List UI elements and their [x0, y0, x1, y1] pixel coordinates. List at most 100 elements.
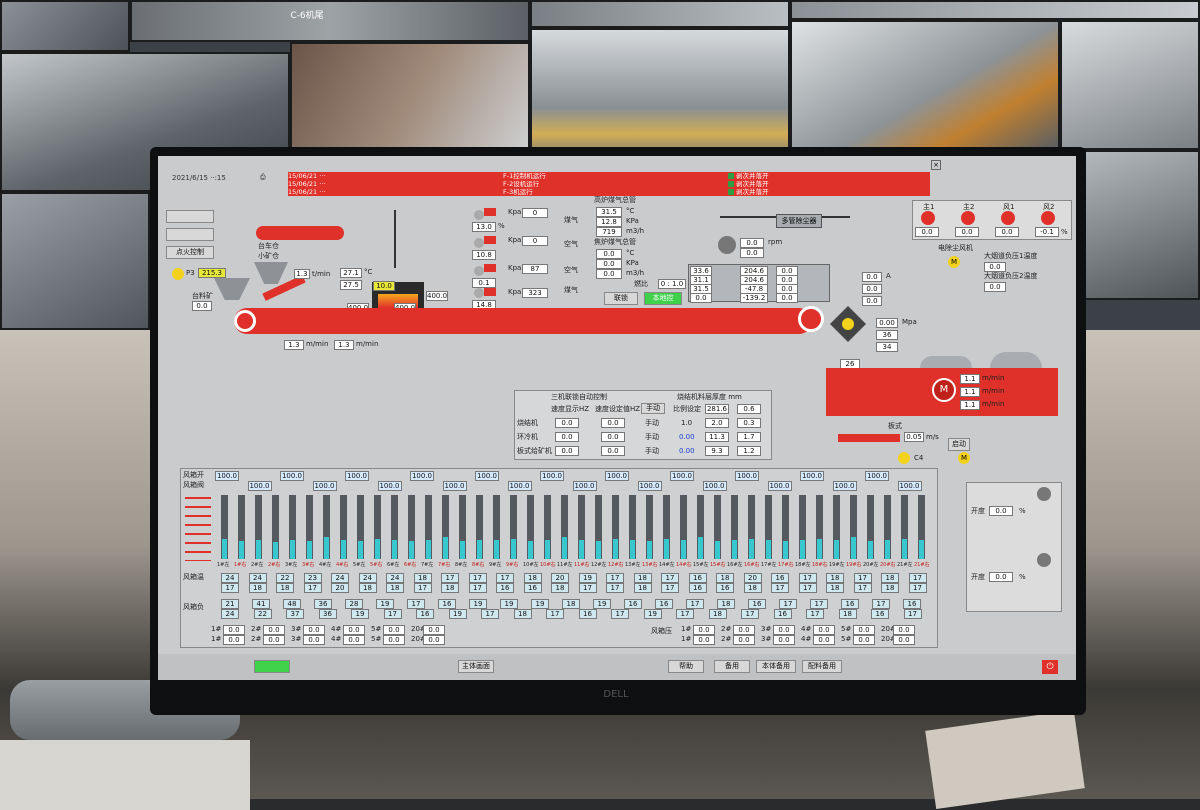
windbox-bar — [391, 495, 398, 559]
start-button[interactable]: 启动 — [948, 438, 970, 451]
right-label: 电除尘风机 — [938, 244, 973, 252]
valve-icon[interactable] — [474, 266, 484, 276]
alarm-time: 15/06/21 ··· — [288, 180, 326, 188]
camera-feed — [1060, 20, 1200, 150]
windbox-value: 17 — [413, 583, 432, 593]
fan-icon[interactable] — [1037, 553, 1051, 567]
mode-label[interactable]: 手动 — [645, 433, 659, 442]
table-value: 1.7 — [737, 432, 761, 442]
box-value: 0.0 — [813, 635, 835, 645]
fan-icon[interactable] — [961, 211, 975, 225]
windbox-value: 16 — [771, 573, 789, 583]
valve-icon[interactable] — [474, 288, 484, 298]
windbox-value: 23 — [303, 573, 322, 583]
local-control-button[interactable]: 本地控 — [644, 292, 682, 305]
right-label: 大烟道负压1温度 — [984, 252, 1038, 260]
table-row-label: 板式给矿机 — [517, 447, 552, 455]
bar-fill — [851, 537, 856, 559]
windbox-bar — [629, 495, 636, 559]
valve-value: 100.0 — [670, 471, 694, 481]
coke-gas-value: 0.0 — [596, 269, 622, 279]
row-label: 风箱阀 — [183, 481, 204, 489]
unit-label: m/s — [926, 433, 939, 441]
windbox-value: 18 — [743, 583, 762, 593]
valve-value: 100.0 — [410, 471, 434, 481]
bar-fill — [324, 537, 329, 559]
valve-icon[interactable] — [474, 210, 484, 220]
windbox-value: 16 — [578, 609, 597, 619]
bar-fill — [545, 540, 550, 559]
mode-label[interactable]: 手动 — [645, 447, 659, 456]
fan-icon[interactable] — [1037, 487, 1051, 501]
body-spare-button[interactable]: 本体备用 — [756, 660, 796, 673]
windbox-bar — [833, 495, 840, 559]
bar-fill — [647, 541, 652, 559]
alarm-row[interactable]: 15/06/21 ··· F-2设机运行 剥次并落开 — [288, 180, 930, 188]
main-gas-value: 12.8 — [596, 217, 622, 227]
close-icon[interactable]: × — [931, 160, 941, 170]
windbox-value: 18 — [386, 583, 404, 593]
alarm-time: 15/06/21 ··· — [288, 172, 326, 180]
windbox-bar — [493, 495, 500, 559]
help-button[interactable]: 帮助 — [668, 660, 704, 673]
windbox-value: 17 — [908, 573, 927, 583]
ignition-control-button[interactable]: 点火控制 — [166, 246, 214, 259]
box-index: 2# — [251, 635, 262, 643]
fan-icon[interactable] — [921, 211, 935, 225]
interlock-button[interactable]: 联锁 — [604, 292, 638, 305]
fan-icon[interactable] — [1041, 211, 1055, 225]
windbox-panel: 风箱开 风箱阀 100.0 100.0 100.0 100.0 100.0 100.0 10… — [180, 468, 938, 648]
manual-button[interactable]: 手动 — [641, 403, 665, 414]
windbox-value: 18 — [716, 573, 734, 583]
windbox-bar — [561, 495, 568, 559]
box-index: 5# — [371, 635, 382, 643]
control-button[interactable] — [166, 228, 214, 241]
p3-indicator-icon — [172, 268, 184, 280]
pressure-row: 21 41 48 36 28 19 17 16 19 19 19 18 19 16 16 17 18 16 17 17… — [221, 599, 937, 609]
windbox-value: 17 — [407, 599, 425, 609]
fan-icon[interactable] — [718, 236, 736, 254]
batching-spare-button[interactable]: 配料备用 — [802, 660, 842, 673]
windbox-value: 17 — [771, 583, 789, 593]
mode-label[interactable]: 手动 — [645, 419, 659, 428]
temp-unit: °C — [364, 268, 373, 276]
cooler-motor-icon[interactable]: M — [932, 378, 956, 402]
camera-label: C-6机尾 — [290, 11, 324, 21]
camera-feed — [1080, 150, 1200, 300]
table-value: 2.0 — [705, 418, 729, 428]
table-value: 11.3 — [705, 432, 729, 442]
box-index: 4# — [331, 635, 342, 643]
windbox-label: 18#右 — [812, 562, 828, 568]
main-screen-button[interactable]: 主体画面 — [458, 660, 494, 673]
table-value: 0.00 — [679, 433, 695, 441]
box-index: 4# — [801, 635, 812, 643]
status-button[interactable] — [254, 660, 290, 673]
windbox-value: 17 — [221, 583, 239, 593]
windbox-value: 16 — [523, 583, 542, 593]
valve-icon[interactable] — [474, 238, 484, 248]
print-icon[interactable]: ⎙ — [260, 173, 266, 182]
windbox-label: 10#右 — [540, 562, 556, 568]
windbox-value: 19 — [376, 599, 394, 609]
press-value: 0.00 — [876, 318, 898, 328]
unit-label: % — [1019, 573, 1026, 581]
row-label: 风箱压 — [651, 627, 672, 635]
box-value: 0.0 — [263, 625, 285, 635]
alarm-row[interactable]: 15/06/21 ··· F-3机运行 剥次并落开 — [288, 188, 930, 196]
valve-value: 100.0 — [507, 481, 532, 491]
strand-speed: 1.3 — [284, 340, 304, 350]
gas-line-label: 空气 — [564, 240, 578, 248]
alarm-row[interactable]: 15/06/21 ··· F-1控制机运行 剥次并落开 — [288, 172, 930, 180]
unit-label: m/min — [982, 387, 1005, 395]
power-icon[interactable]: ⏻ — [1042, 660, 1058, 674]
control-button[interactable] — [166, 210, 214, 223]
windbox-value: 18 — [708, 609, 727, 619]
windbox-value: 18 — [248, 583, 267, 593]
fan-icon[interactable] — [1001, 211, 1015, 225]
spare-button[interactable]: 备用 — [714, 660, 750, 673]
windbox-bar — [323, 495, 330, 559]
table-value: 1.2 — [737, 446, 761, 456]
valve-value: 100.0 — [540, 471, 564, 481]
bar-fill — [919, 540, 924, 559]
pressure-unit: Kpa — [508, 288, 522, 296]
